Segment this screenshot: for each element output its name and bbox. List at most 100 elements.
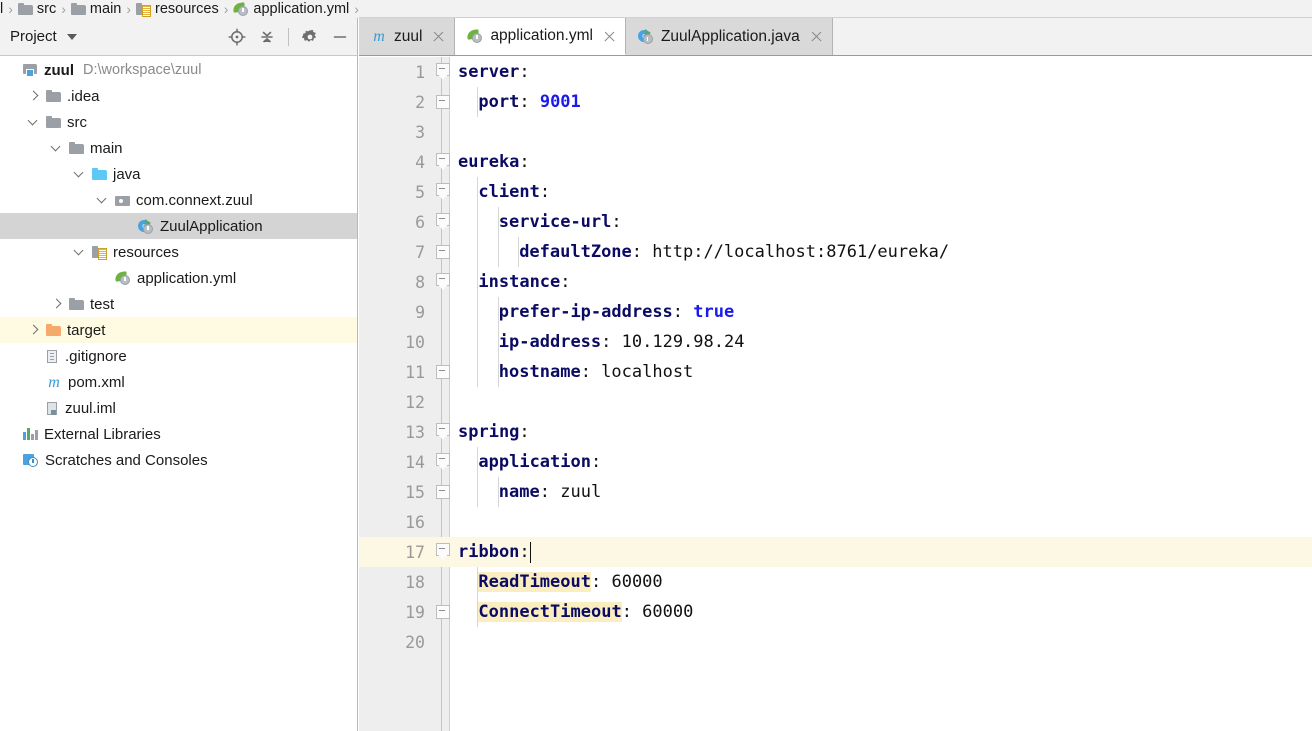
fold-marker-icon[interactable] <box>436 273 450 290</box>
code-text: prefer-ip-address: true <box>499 297 734 327</box>
fold-marker-icon[interactable] <box>436 483 450 500</box>
chevron-down-icon[interactable] <box>96 187 110 213</box>
gear-icon[interactable] <box>301 28 319 46</box>
tree-no-arrow <box>4 57 18 83</box>
fold-marker-icon[interactable] <box>436 63 450 80</box>
tree-item-external-libraries[interactable]: External Libraries <box>0 421 357 447</box>
breadcrumb-item-main[interactable]: main <box>70 0 121 18</box>
fold-marker-icon[interactable] <box>436 183 450 200</box>
fold-marker-icon[interactable] <box>436 93 450 110</box>
code-token: : <box>519 92 540 112</box>
code-text: spring: <box>458 417 530 447</box>
tree-item-zuulapplication[interactable]: c ZuulApplication <box>0 213 357 239</box>
collapse-all-icon[interactable] <box>258 28 276 46</box>
tree-item-application-yml[interactable]: application.yml <box>0 265 357 291</box>
code-line-14[interactable]: 14 application: <box>359 447 1312 477</box>
code-line-8[interactable]: 8 instance: <box>359 267 1312 297</box>
code-line-13[interactable]: 13 spring: <box>359 417 1312 447</box>
breadcrumb-item-application-yml[interactable]: application.yml <box>232 0 349 18</box>
code-line-12[interactable]: 12 <box>359 387 1312 417</box>
fold-marker-icon[interactable] <box>436 213 450 230</box>
close-icon[interactable] <box>810 30 823 43</box>
code-text: client: <box>478 177 550 207</box>
breadcrumb-separator-icon: › <box>223 1 229 17</box>
code-line-20[interactable]: 20 <box>359 627 1312 657</box>
tree-item--idea[interactable]: .idea <box>0 83 357 109</box>
tree-item-main[interactable]: main <box>0 135 357 161</box>
editor-tab-zuul[interactable]: m zuul <box>359 18 456 55</box>
code-line-17[interactable]: 17 ribbon: <box>359 537 1312 567</box>
code-line-3[interactable]: 3 <box>359 117 1312 147</box>
tree-item-resources[interactable]: resources <box>0 239 357 265</box>
ide-window: l › src › main › resources › application.yml › Pr… <box>0 0 1312 731</box>
code-line-5[interactable]: 5 client: <box>359 177 1312 207</box>
code-line-15[interactable]: 15 name: zuul <box>359 477 1312 507</box>
code-token: 10.129.98.24 <box>621 332 745 352</box>
code-line-19[interactable]: 19 ConnectTimeout: 60000 <box>359 597 1312 627</box>
code-line-18[interactable]: 18 ReadTimeout: 60000 <box>359 567 1312 597</box>
tree-item-label: com.connext.zuul <box>136 191 253 209</box>
fold-marker-icon[interactable] <box>436 453 450 470</box>
code-line-10[interactable]: 10 ip-address: 10.129.98.24 <box>359 327 1312 357</box>
tree-item-test[interactable]: test <box>0 291 357 317</box>
tree-item--gitignore[interactable]: .gitignore <box>0 343 357 369</box>
module-icon <box>23 63 38 77</box>
minimize-icon[interactable] <box>331 28 349 46</box>
editor-tab-zuulapplication-java[interactable]: c ZuulApplication.java <box>625 18 833 55</box>
code-editor[interactable]: 1 server: 2 port: 9001 3 4 eureka: 5 client: 6 ser… <box>359 57 1312 731</box>
tree-item-com-connext-zuul[interactable]: com.connext.zuul <box>0 187 357 213</box>
code-token: server <box>458 62 520 82</box>
project-tree[interactable]: zuul D:\workspace\zuul .idea src main java com… <box>0 57 357 731</box>
code-line-7[interactable]: 7 defaultZone: http://localhost:8761/eure… <box>359 237 1312 267</box>
chevron-down-icon[interactable] <box>73 161 87 187</box>
chevron-down-icon[interactable] <box>27 109 41 135</box>
fold-marker-icon[interactable] <box>436 423 450 440</box>
chevron-down-icon[interactable] <box>50 135 64 161</box>
chevron-right-icon[interactable] <box>50 291 64 317</box>
close-icon[interactable] <box>603 30 616 43</box>
indent-guide <box>477 237 479 267</box>
code-token: : <box>519 422 530 442</box>
code-token: http://localhost:8761/eureka/ <box>652 242 950 262</box>
tree-item-java[interactable]: java <box>0 161 357 187</box>
tree-item-label: External Libraries <box>44 425 161 443</box>
project-panel: Project zuul D:\workspace\zuul .idea src… <box>0 18 358 731</box>
code-text: hostname: localhost <box>499 357 694 387</box>
code-line-1[interactable]: 1 server: <box>359 57 1312 87</box>
tree-item-label: .idea <box>67 87 100 105</box>
code-token: localhost <box>601 362 694 382</box>
breadcrumb-item-l[interactable]: l <box>0 0 3 18</box>
chevron-down-icon[interactable] <box>73 239 87 265</box>
tree-item-src[interactable]: src <box>0 109 357 135</box>
code-text: application: <box>478 447 601 477</box>
code-line-11[interactable]: 11 hostname: localhost <box>359 357 1312 387</box>
tree-item-pom-xml[interactable]: m pom.xml <box>0 369 357 395</box>
code-lines[interactable]: 1 server: 2 port: 9001 3 4 eureka: 5 client: 6 ser… <box>359 57 1312 731</box>
chevron-down-icon[interactable] <box>66 33 77 40</box>
tree-item-scratches-and-consoles[interactable]: Scratches and Consoles <box>0 447 357 473</box>
code-line-4[interactable]: 4 eureka: <box>359 147 1312 177</box>
locate-icon[interactable] <box>228 27 246 46</box>
line-number: 5 <box>415 182 425 202</box>
code-line-2[interactable]: 2 port: 9001 <box>359 87 1312 117</box>
fold-marker-icon[interactable] <box>436 603 450 620</box>
fold-marker-icon[interactable] <box>436 363 450 380</box>
fold-marker-icon[interactable] <box>436 243 450 260</box>
breadcrumb-item-src[interactable]: src <box>17 0 56 18</box>
chevron-right-icon[interactable] <box>27 83 41 109</box>
tree-item-zuul[interactable]: zuul D:\workspace\zuul <box>0 57 357 83</box>
package-icon <box>115 194 130 206</box>
fold-marker-icon[interactable] <box>436 153 450 170</box>
tree-item-target[interactable]: target <box>0 317 357 343</box>
code-line-9[interactable]: 9 prefer-ip-address: true <box>359 297 1312 327</box>
tree-item-zuul-iml[interactable]: zuul.iml <box>0 395 357 421</box>
excluded-folder-icon <box>46 324 61 336</box>
code-token: 60000 <box>611 572 663 592</box>
code-line-6[interactable]: 6 service-url: <box>359 207 1312 237</box>
chevron-right-icon[interactable] <box>27 317 41 343</box>
editor-tab-application-yml[interactable]: application.yml <box>455 18 626 55</box>
code-line-16[interactable]: 16 <box>359 507 1312 537</box>
breadcrumb-item-resources[interactable]: resources <box>136 0 219 18</box>
fold-marker-icon[interactable] <box>436 543 450 560</box>
close-icon[interactable] <box>432 30 445 43</box>
